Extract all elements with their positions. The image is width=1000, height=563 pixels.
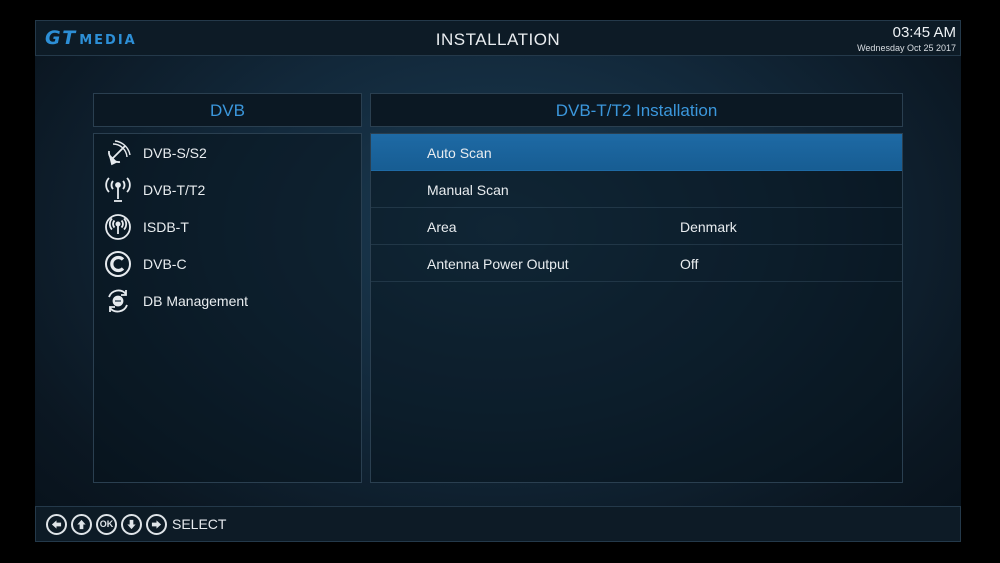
menu-item-db-management[interactable]: DB Management [94,282,361,319]
menu-item-isdb-t[interactable]: ISDB-T [94,208,361,245]
installation-options: Auto Scan Manual Scan Area Denmark Anten… [370,133,903,483]
header-bar: GT MEDIA INSTALLATION 03:45 AM Wednesday… [35,20,961,56]
menu-item-label: DVB-C [143,255,187,272]
broadcast-icon [104,213,132,241]
option-label: Auto Scan [427,145,492,161]
clock: 03:45 AM Wednesday Oct 25 2017 [857,24,956,53]
clock-date: Wednesday Oct 25 2017 [857,43,956,53]
option-value-antenna-power: Off [680,256,699,272]
menu-item-label: DB Management [143,292,249,309]
dvb-menu: DVB-S/S2 DVB-T/T2 ISDB-T DVB-C DB Manage… [93,133,362,483]
menu-item-label: ISDB-T [143,218,189,235]
option-value-area: Denmark [680,219,737,235]
page-title: INSTALLATION [435,30,561,49]
option-area[interactable]: Area Denmark [371,208,902,245]
installation-panel-title: DVB-T/T2 Installation [370,93,903,127]
cable-c-icon [104,250,132,278]
arrow-down-icon[interactable] [121,513,142,535]
ok-icon[interactable]: OK [96,513,117,535]
satellite-dish-icon [104,139,132,167]
arrow-left-icon[interactable] [46,513,67,535]
option-manual-scan[interactable]: Manual Scan [371,171,902,208]
menu-item-dvb-t-t2[interactable]: DVB-T/T2 [94,171,361,208]
dvb-panel-title: DVB [93,93,362,127]
option-label: Antenna Power Output [427,256,569,272]
arrow-up-icon[interactable] [71,513,92,535]
menu-item-label: DVB-S/S2 [143,144,207,161]
clock-time: 03:45 AM [892,24,956,41]
arrow-right-icon[interactable] [146,513,167,535]
menu-item-dvb-c[interactable]: DVB-C [94,245,361,282]
database-sync-icon [104,287,132,315]
option-label: Manual Scan [427,182,509,198]
menu-item-label: DVB-T/T2 [143,181,206,198]
select-hint: SELECT [172,516,227,532]
option-label: Area [427,219,457,235]
option-auto-scan[interactable]: Auto Scan [371,134,902,171]
menu-item-dvb-s-s2[interactable]: DVB-S/S2 [94,134,361,171]
option-antenna-power-output[interactable]: Antenna Power Output Off [371,245,902,282]
antenna-icon [104,176,132,204]
footer-bar: OK SELECT [35,506,961,542]
